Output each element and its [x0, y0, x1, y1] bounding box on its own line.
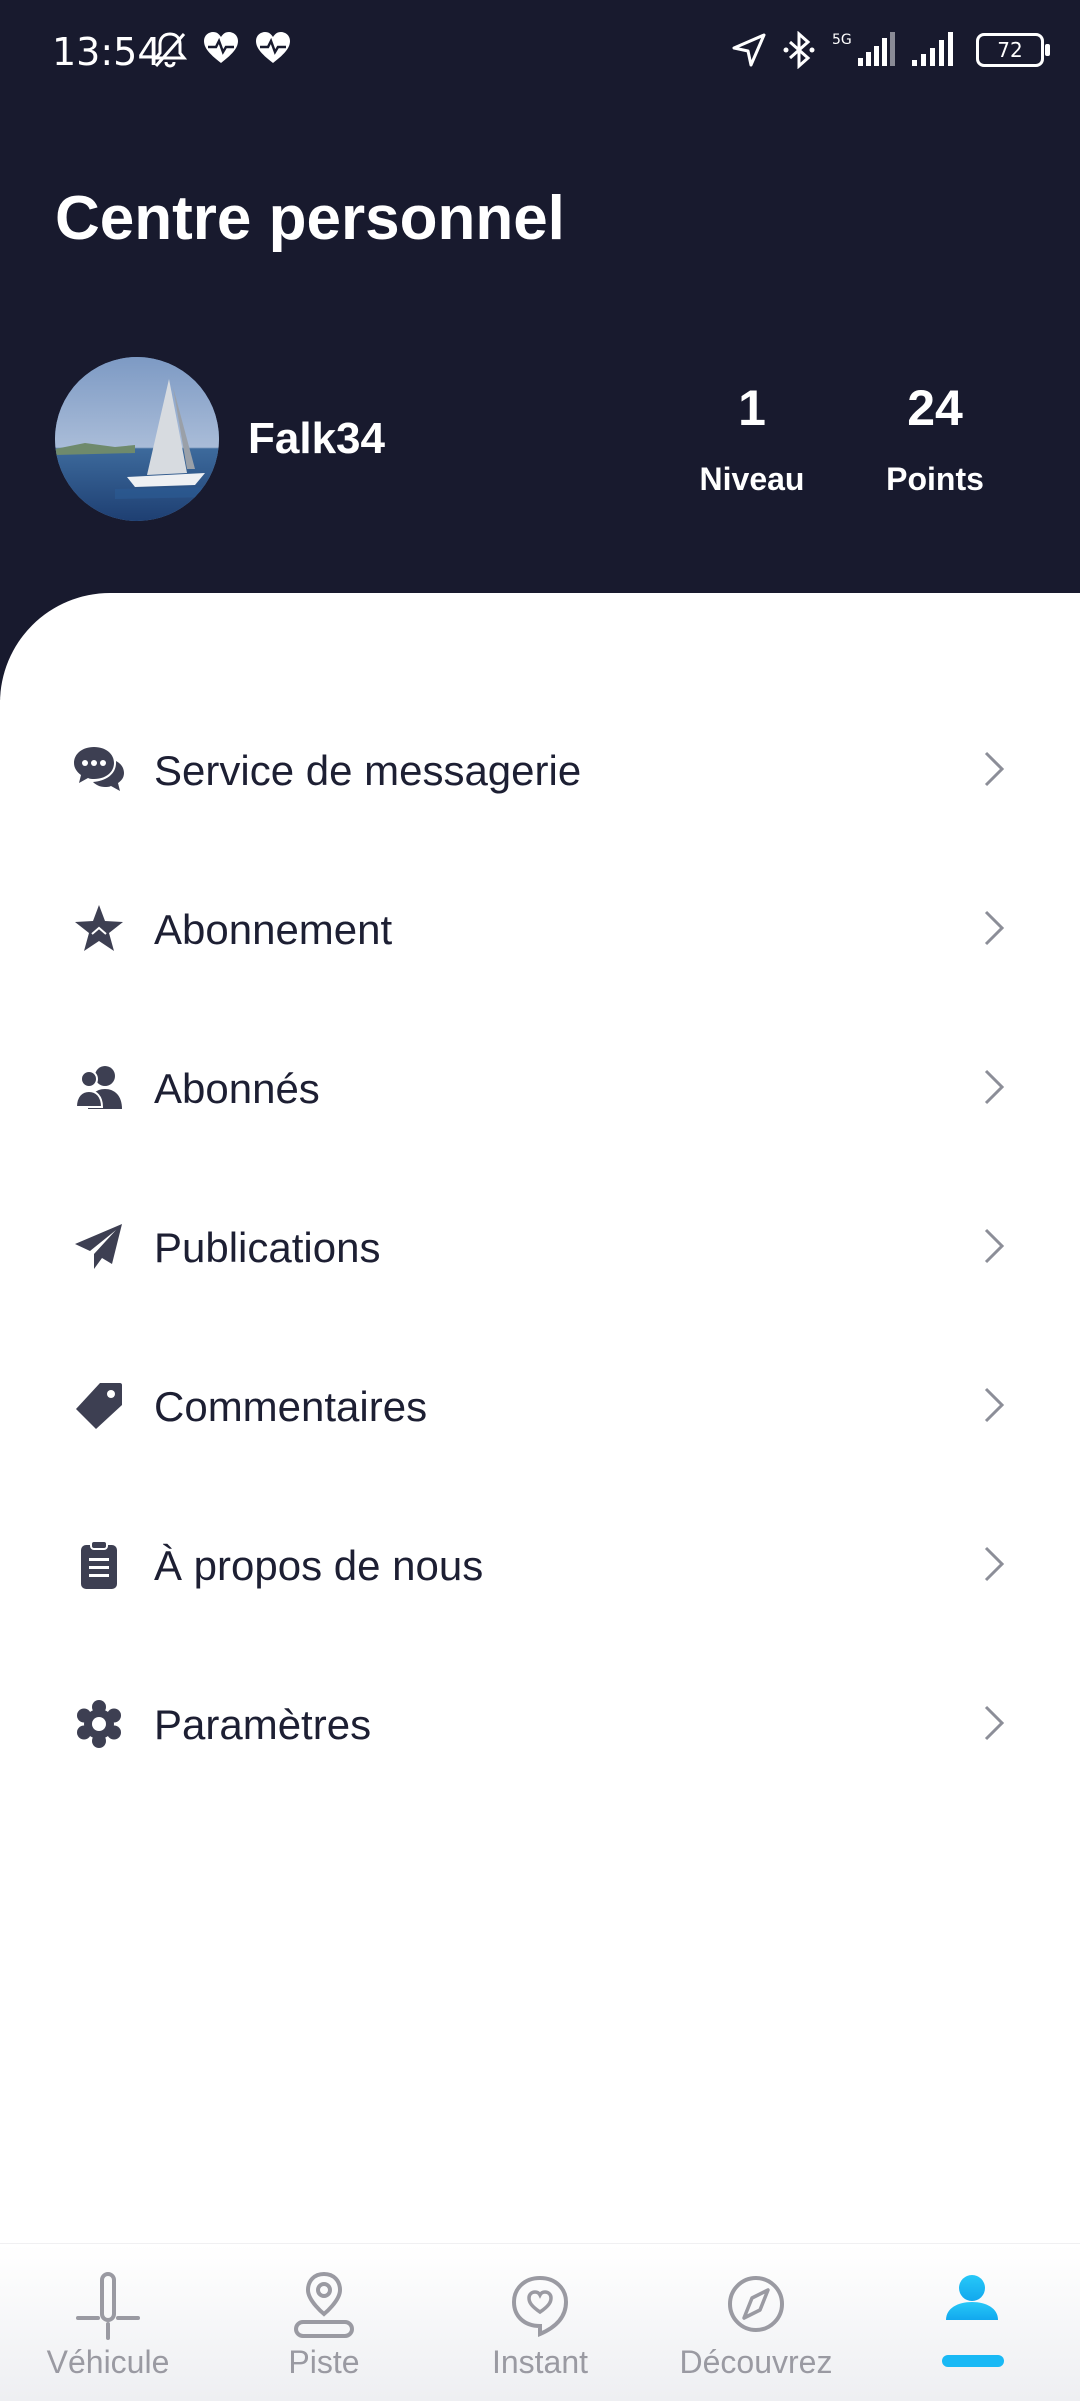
menu-item-label: Abonnés — [154, 1065, 320, 1112]
heart-bubble-icon — [511, 2275, 569, 2338]
location-pin-icon — [294, 2271, 354, 2338]
menu-item-about[interactable]: À propos de nous — [0, 1502, 1080, 1622]
chevron-right-icon — [984, 1546, 1005, 1582]
menu-item-messaging[interactable]: Service de messagerie — [0, 707, 1080, 827]
avatar-image — [55, 357, 219, 521]
active-tab-indicator — [942, 2355, 1004, 2367]
nav-label: Instant — [491, 2344, 589, 2380]
chevron-right-icon — [984, 1705, 1005, 1741]
nav-item-instant[interactable]: Instant — [432, 2244, 648, 2401]
menu-item-label: Service de messagerie — [154, 747, 582, 794]
username: Falk34 — [248, 414, 385, 463]
nav-label: Véhicule — [46, 2344, 170, 2380]
bluetooth-icon — [783, 31, 815, 69]
menu-item-label: À propos de nous — [154, 1542, 484, 1589]
nav-item-vehicle[interactable]: Véhicule — [0, 2244, 216, 2401]
menu-item-publications[interactable]: Publications — [0, 1184, 1080, 1304]
tag-icon — [76, 1383, 122, 1429]
heart-icon — [204, 32, 238, 63]
stat-points[interactable]: 24 Points — [860, 379, 1010, 498]
stat-points-value: 24 — [907, 380, 963, 436]
menu-item-label: Abonnement — [154, 906, 393, 953]
menu-item-followers[interactable]: Abonnés — [0, 1025, 1080, 1145]
menu-item-label: Commentaires — [154, 1383, 428, 1430]
avatar[interactable] — [55, 357, 219, 521]
chevron-right-icon — [984, 910, 1005, 946]
menu-item-subscription[interactable]: Abonnement — [0, 866, 1080, 986]
nav-item-profile[interactable] — [864, 2244, 1080, 2401]
star-icon — [75, 905, 123, 951]
nav-label: Piste — [288, 2344, 360, 2380]
users-icon — [74, 1066, 122, 1109]
chevron-right-icon — [984, 1069, 1005, 1105]
compass-icon — [728, 2276, 784, 2332]
stat-level-value: 1 — [738, 380, 766, 436]
profile-section: Falk34 1 Niveau 24 Points — [55, 357, 1055, 525]
chevron-right-icon — [984, 751, 1005, 787]
stat-level[interactable]: 1 Niveau — [677, 379, 827, 498]
nav-item-track[interactable]: Piste — [216, 2244, 432, 2401]
menu-item-settings[interactable]: Paramètres — [0, 1661, 1080, 1781]
menu-item-label: Publications — [154, 1224, 381, 1271]
signal-5g-icon: 5G — [832, 32, 895, 66]
vehicle-icon — [76, 2272, 140, 2340]
signal-icon — [912, 32, 953, 66]
bottom-nav: Véhicule Piste Instant Découvrez — [0, 2243, 1080, 2401]
nav-label: Découvrez — [679, 2344, 833, 2380]
nav-item-discover[interactable]: Découvrez — [648, 2244, 864, 2401]
chevron-right-icon — [984, 1228, 1005, 1264]
status-bar: 13:54 5G 72 — [0, 0, 1080, 105]
status-time: 13:54 — [52, 30, 162, 74]
user-icon — [946, 2275, 998, 2320]
menu-sheet: Service de messagerie Abonnement Abonnés — [0, 593, 1080, 2243]
bell-off-icon — [152, 32, 188, 68]
page-title: Centre personnel — [55, 184, 565, 253]
stat-level-label: Niveau — [699, 461, 805, 497]
stat-points-label: Points — [886, 461, 984, 497]
clipboard-icon — [81, 1540, 117, 1589]
heart-icon — [256, 32, 290, 63]
gear-icon — [77, 1700, 121, 1748]
menu-item-comments[interactable]: Commentaires — [0, 1343, 1080, 1463]
paper-plane-icon — [75, 1224, 122, 1269]
battery-indicator: 72 — [976, 33, 1050, 67]
location-arrow-icon — [732, 33, 766, 67]
chevron-right-icon — [984, 1387, 1005, 1423]
chat-bubbles-icon — [74, 747, 124, 791]
menu-item-label: Paramètres — [154, 1701, 372, 1748]
svg-text:5G: 5G — [832, 32, 852, 48]
